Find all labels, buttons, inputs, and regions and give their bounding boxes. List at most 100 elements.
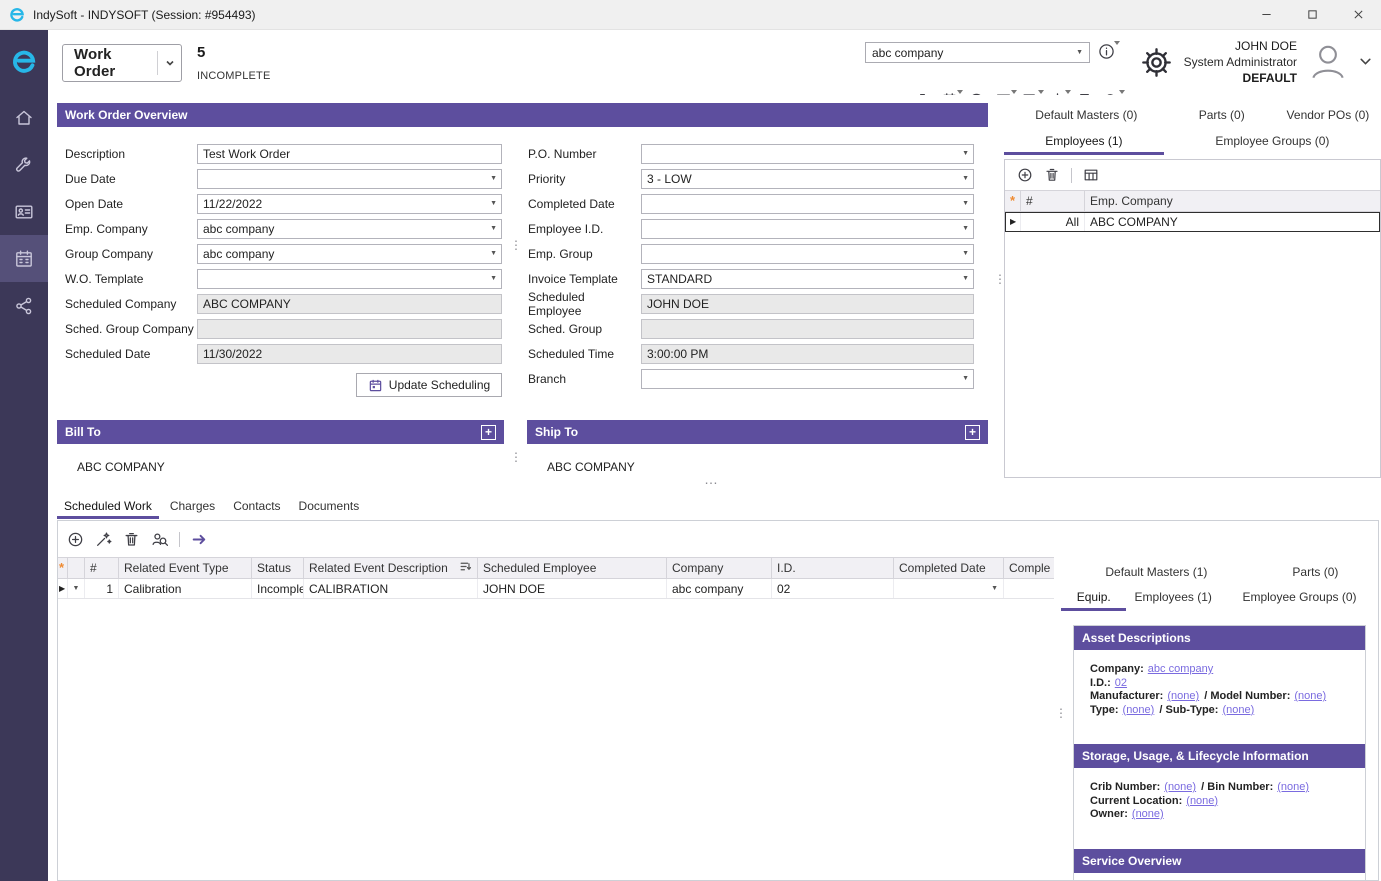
asset-model-link[interactable]: (none) [1294,690,1326,702]
crib-number-link[interactable]: (none) [1164,781,1196,793]
asset-id-link[interactable]: 02 [1115,677,1127,689]
column-header-employee[interactable]: Scheduled Employee [478,558,667,578]
column-header-status[interactable]: Status [252,558,304,578]
asset-company-link[interactable]: abc company [1148,663,1213,675]
column-header-extra[interactable]: Comple [1004,558,1054,578]
employee-row[interactable]: ▶ All ABC COMPANY [1005,212,1380,232]
delete-employee-button[interactable] [1044,167,1060,183]
wrench-icon [14,155,34,175]
column-header-num[interactable]: # [85,558,119,578]
user-info[interactable]: JOHN DOE System Administrator DEFAULT [1184,38,1297,86]
avatar[interactable] [1306,40,1350,89]
column-header-num[interactable]: # [1021,191,1085,211]
column-header-event-desc[interactable]: Related Event Description [304,558,478,578]
emp-group-combo[interactable] [641,244,974,264]
employee-id-combo[interactable] [641,219,974,239]
completed-date-combo[interactable] [641,194,974,214]
branch-combo[interactable] [641,369,974,389]
field-label: Sched. Group Company [65,322,197,336]
close-button[interactable] [1335,0,1381,30]
add-employee-button[interactable] [1017,167,1033,183]
priority-combo[interactable]: 3 - LOW [641,169,974,189]
description-input[interactable]: Test Work Order [197,144,502,164]
column-header-id[interactable]: I.D. [772,558,894,578]
event-detail-panel: Default Masters (1) Parts (0) Equip. Emp… [1061,521,1379,880]
row-extra [1004,579,1054,598]
row-indicator-icon: ▶ [1010,217,1016,226]
update-scheduling-button[interactable]: Update Scheduling [356,373,502,397]
sidebar-item-scheduler[interactable] [0,235,48,282]
asset-subtype-link[interactable]: (none) [1222,704,1254,716]
module-selector-button[interactable]: Work Order [62,44,182,82]
asset-manufacturer-link[interactable]: (none) [1167,690,1199,702]
settings-button[interactable] [1140,46,1173,84]
delete-scheduled-work-button[interactable] [123,531,140,548]
plus-circle-icon [1017,167,1033,183]
main-splitter-handle[interactable]: … [704,471,718,487]
tab-employee-groups[interactable]: Employee Groups (0) [1164,129,1381,155]
detail-tabs-sub: Equip. Employees (1) Employee Groups (0) [1061,585,1379,611]
company-search-value: abc company [872,46,943,60]
dropdown-caret-icon [957,90,963,94]
add-ship-to-button[interactable]: + [965,425,980,440]
tab-scheduled-work[interactable]: Scheduled Work [57,495,159,519]
row-expand-icon[interactable]: ▼ [73,585,80,592]
po-number-combo[interactable] [641,144,974,164]
send-to-event-button[interactable] [191,531,208,548]
open-date-combo[interactable]: 11/22/2022 [197,194,502,214]
maximize-button[interactable] [1289,0,1335,30]
user-menu-button[interactable] [1358,54,1373,74]
assign-employee-button[interactable] [151,531,168,548]
tab-vendor-pos[interactable]: Vendor POs (0) [1275,103,1381,129]
scheduled-company-field: ABC COMPANY [197,294,502,314]
add-scheduled-work-button[interactable] [67,531,84,548]
billship-splitter-handle[interactable]: ⋮ [510,455,522,459]
sidebar-item-home[interactable] [0,94,48,141]
info-button[interactable] [1098,43,1115,60]
tab-contacts[interactable]: Contacts [226,495,287,519]
chevron-down-icon: ▼ [1076,49,1083,56]
emp-company-combo[interactable]: abc company [197,219,502,239]
tab-charges[interactable]: Charges [163,495,222,519]
row-completed-date[interactable]: ▼ [894,579,1004,598]
current-location-link[interactable]: (none) [1186,795,1218,807]
due-date-combo[interactable] [197,169,502,189]
minimize-button[interactable] [1243,0,1289,30]
scheduled-work-row[interactable]: ▶ ▼ 1 Calibration Incomple CALIBRATION J… [58,579,1054,599]
company-search-combo[interactable]: abc company ▼ [865,42,1090,63]
bin-number-link[interactable]: (none) [1277,781,1309,793]
sidebar-item-tools[interactable] [0,141,48,188]
employees-grid-box: * # Emp. Company ▶ All ABC COMPANY [1004,159,1381,478]
invoice-template-combo[interactable]: STANDARD [641,269,974,289]
tab-equip[interactable]: Equip. [1061,585,1126,611]
column-header-emp-company[interactable]: Emp. Company [1085,191,1380,211]
tab-detail-parts[interactable]: Parts (0) [1252,561,1379,585]
group-company-combo[interactable]: abc company [197,244,502,264]
column-header-completed[interactable]: Completed Date [894,558,1004,578]
add-bill-to-button[interactable]: + [481,425,496,440]
field-label: Emp. Group [528,247,641,261]
column-header-company[interactable]: Company [667,558,772,578]
right-panel-splitter-handle[interactable]: ⋮ [994,277,1006,281]
form-splitter-handle[interactable]: ⋮ [510,243,522,247]
tab-detail-employee-groups[interactable]: Employee Groups (0) [1220,585,1379,611]
grid-view-button[interactable] [1083,167,1099,183]
wo-template-combo[interactable] [197,269,502,289]
ship-to-title: Ship To [535,425,578,439]
tab-employees[interactable]: Employees (1) [1004,129,1164,155]
row-status: Incomple [252,579,304,598]
tab-documents[interactable]: Documents [292,495,367,519]
sidebar-item-network[interactable] [0,282,48,329]
tab-parts[interactable]: Parts (0) [1169,103,1275,129]
sidebar-item-records[interactable] [0,188,48,235]
tab-detail-employees[interactable]: Employees (1) [1126,585,1220,611]
field-label: Completed Date [528,197,641,211]
detail-splitter[interactable]: ⋮ [1054,521,1061,880]
asset-type-link[interactable]: (none) [1123,704,1155,716]
owner-link[interactable]: (none) [1132,808,1164,820]
auto-schedule-button[interactable] [95,531,112,548]
column-header-event-type[interactable]: Related Event Type [119,558,252,578]
scheduled-work-section: * # Related Event Type Status Related Ev… [57,520,1379,881]
tab-default-masters[interactable]: Default Masters (0) [1004,103,1169,129]
tab-detail-default-masters[interactable]: Default Masters (1) [1061,561,1252,585]
